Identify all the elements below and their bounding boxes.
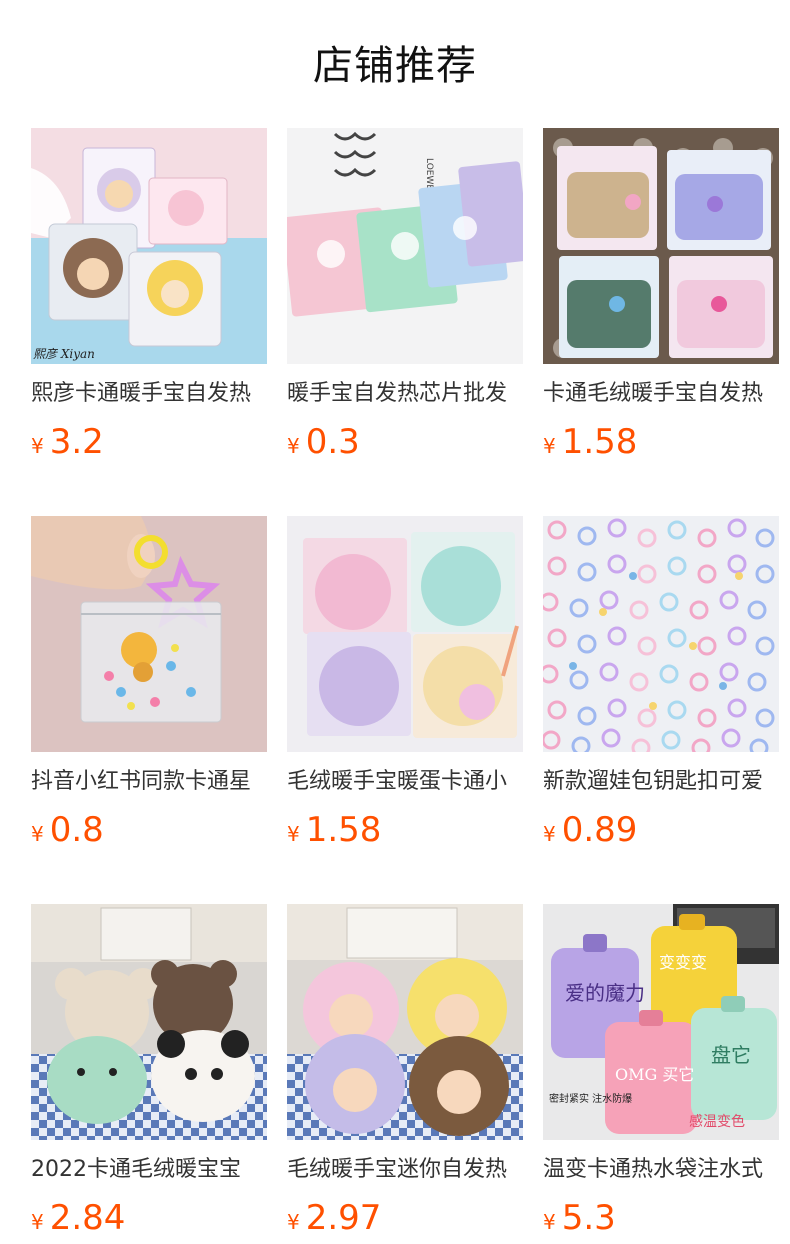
product-card[interactable]: LOEWE 暖手宝自发热芯片批发 ¥0.3: [287, 128, 523, 462]
product-image[interactable]: 爱的魔力 变变变 OMG 买它 盘它 密封紧实 注水防爆 感温变色: [543, 904, 779, 1140]
product-price: ¥0.8: [31, 810, 267, 850]
price-value: 1.58: [561, 422, 638, 462]
product-image[interactable]: [287, 904, 523, 1140]
currency-symbol: ¥: [543, 822, 556, 846]
product-name[interactable]: 卡通毛绒暖手宝自发热: [543, 380, 779, 408]
product-image[interactable]: [31, 904, 267, 1140]
currency-symbol: ¥: [543, 1210, 556, 1234]
product-card[interactable]: 卡通毛绒暖手宝自发热 ¥1.58: [543, 128, 779, 462]
product-card[interactable]: 抖音小红书同款卡通星 ¥0.8: [31, 516, 267, 850]
product-name[interactable]: 毛绒暖手宝暖蛋卡通小: [287, 768, 523, 796]
currency-symbol: ¥: [287, 434, 300, 458]
currency-symbol: ¥: [287, 822, 300, 846]
currency-symbol: ¥: [31, 1210, 44, 1234]
product-image[interactable]: [543, 516, 779, 752]
price-value: 3.2: [49, 422, 104, 462]
product-name[interactable]: 熙彦卡通暖手宝自发热: [31, 380, 267, 408]
bottle-text: 盘它: [711, 1043, 751, 1067]
product-image-art: [31, 128, 267, 364]
product-image-art: [31, 904, 267, 1140]
currency-symbol: ¥: [543, 434, 556, 458]
product-price: ¥1.58: [287, 810, 523, 850]
product-image[interactable]: LOEWE: [287, 128, 523, 364]
caption-text: 密封紧实 注水防爆: [549, 1092, 632, 1105]
price-value: 5.3: [561, 1198, 616, 1238]
product-image[interactable]: [543, 128, 779, 364]
product-price: ¥3.2: [31, 422, 267, 462]
product-price: ¥0.89: [543, 810, 779, 850]
product-card[interactable]: 爱的魔力 变变变 OMG 买它 盘它 密封紧实 注水防爆 感温变色 温变卡通热水…: [543, 904, 779, 1238]
product-grid: 熙彦 Xiyan 熙彦卡通暖手宝自发热 ¥3.2 LOEWE 暖手宝自发热芯片批…: [31, 128, 790, 1238]
product-name[interactable]: 毛绒暖手宝迷你自发热: [287, 1156, 523, 1184]
price-value: 0.89: [561, 810, 638, 850]
product-name[interactable]: 新款遛娃包钥匙扣可爱: [543, 768, 779, 796]
price-value: 0.3: [305, 422, 360, 462]
product-image-art: [31, 516, 267, 752]
bottle-text: OMG 买它: [615, 1065, 694, 1084]
product-image-art: [543, 128, 779, 364]
product-image-art: [287, 516, 523, 752]
price-value: 1.58: [305, 810, 382, 850]
product-image[interactable]: 熙彦 Xiyan: [31, 128, 267, 364]
product-image-art: [543, 516, 779, 752]
brand-text: LOEWE: [424, 158, 434, 190]
product-name[interactable]: 2022卡通毛绒暖宝宝: [31, 1156, 267, 1184]
product-price: ¥2.84: [31, 1198, 267, 1238]
bottle-text: 爱的魔力: [565, 981, 645, 1005]
product-image[interactable]: [31, 516, 267, 752]
product-card[interactable]: 2022卡通毛绒暖宝宝 ¥2.84: [31, 904, 267, 1238]
product-image[interactable]: [287, 516, 523, 752]
product-price: ¥5.3: [543, 1198, 779, 1238]
product-name[interactable]: 抖音小红书同款卡通星: [31, 768, 267, 796]
page-title: 店铺推荐: [313, 43, 477, 89]
product-card[interactable]: 熙彦 Xiyan 熙彦卡通暖手宝自发热 ¥3.2: [31, 128, 267, 462]
price-value: 2.97: [305, 1198, 382, 1238]
currency-symbol: ¥: [31, 434, 44, 458]
product-price: ¥0.3: [287, 422, 523, 462]
product-name[interactable]: 暖手宝自发热芯片批发: [287, 380, 523, 408]
brand-logo: 熙彦 Xiyan: [33, 347, 95, 361]
bottle-text: 变变变: [659, 953, 707, 972]
product-image-art: 爱的魔力 变变变 OMG 买它 盘它 密封紧实 注水防爆 感温变色: [543, 904, 779, 1140]
currency-symbol: ¥: [287, 1210, 300, 1234]
price-value: 2.84: [49, 1198, 126, 1238]
product-price: ¥2.97: [287, 1198, 523, 1238]
price-value: 0.8: [49, 810, 104, 850]
product-name[interactable]: 温变卡通热水袋注水式: [543, 1156, 779, 1184]
currency-symbol: ¥: [31, 822, 44, 846]
product-card[interactable]: 毛绒暖手宝迷你自发热 ¥2.97: [287, 904, 523, 1238]
caption-text: 感温变色: [689, 1113, 745, 1130]
product-card[interactable]: 毛绒暖手宝暖蛋卡通小 ¥1.58: [287, 516, 523, 850]
product-card[interactable]: 新款遛娃包钥匙扣可爱 ¥0.89: [543, 516, 779, 850]
product-image-art: [287, 904, 523, 1140]
product-image-art: LOEWE: [287, 128, 523, 364]
product-price: ¥1.58: [543, 422, 779, 462]
